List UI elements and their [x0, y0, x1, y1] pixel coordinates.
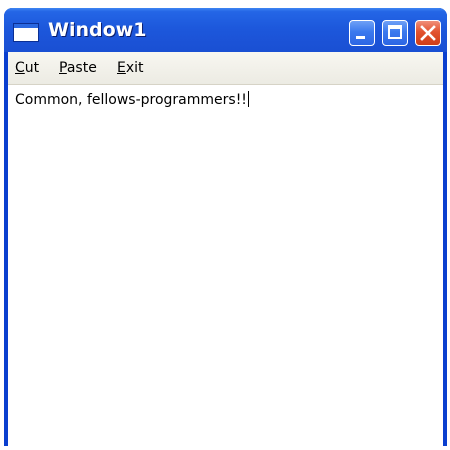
menu-item-exit[interactable]: Exit — [117, 60, 144, 76]
menu-item-exit-mnemonic: E — [117, 60, 126, 76]
window-title: Window1 — [48, 19, 147, 41]
close-button[interactable] — [415, 20, 441, 46]
minimize-icon — [356, 36, 365, 39]
menu-item-cut-mnemonic: C — [15, 60, 25, 76]
menu-item-cut[interactable]: Cut — [15, 60, 39, 76]
title-bar[interactable]: Window1 — [4, 8, 447, 52]
client-area: Cut Paste Exit Common, fellows-programme… — [8, 52, 443, 446]
menu-item-paste-mnemonic: P — [59, 60, 67, 76]
menu-item-cut-label: ut — [24, 60, 40, 76]
maximize-icon — [388, 25, 402, 39]
close-icon — [420, 25, 436, 41]
menu-item-paste-label: aste — [66, 60, 97, 76]
maximize-button[interactable] — [382, 20, 408, 46]
menu-item-exit-label: xit — [125, 60, 144, 76]
editor-content[interactable]: Common, fellows-programmers!! — [15, 91, 249, 108]
text-editor[interactable]: Common, fellows-programmers!! — [8, 85, 443, 446]
editor-text-value: Common, fellows-programmers!! — [15, 92, 247, 108]
menu-item-paste[interactable]: Paste — [59, 60, 97, 76]
window-app-icon[interactable] — [13, 23, 39, 42]
minimize-button[interactable] — [349, 20, 375, 46]
menu-bar: Cut Paste Exit — [8, 52, 443, 85]
app-window: Window1 Cut Paste Exit Common, fellows-p… — [4, 8, 447, 446]
text-caret — [247, 91, 249, 107]
